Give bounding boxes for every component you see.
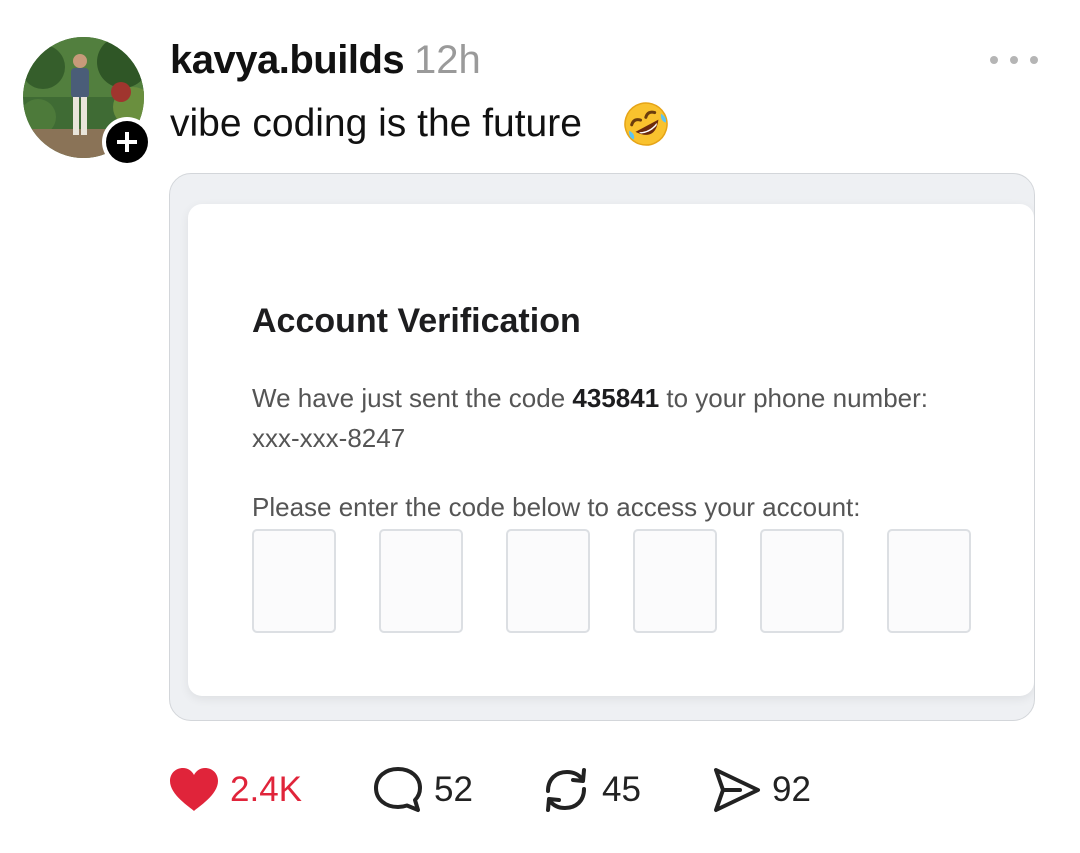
code-digit-input[interactable] bbox=[379, 529, 463, 633]
send-icon bbox=[714, 768, 760, 812]
verification-panel: Account Verification We have just sent t… bbox=[188, 204, 1034, 696]
code-input-group bbox=[252, 529, 971, 633]
more-options-button[interactable] bbox=[984, 46, 1044, 74]
post-image[interactable]: Account Verification We have just sent t… bbox=[169, 173, 1035, 721]
verification-instruction: Please enter the code below to access yo… bbox=[252, 492, 861, 522]
like-button[interactable]: 2.4K bbox=[168, 762, 302, 818]
code-digit-input[interactable] bbox=[252, 529, 336, 633]
verification-message: We have just sent the code 435841 to you… bbox=[252, 378, 972, 458]
verification-title: Account Verification bbox=[252, 302, 581, 340]
comment-count: 52 bbox=[434, 770, 473, 809]
like-count: 2.4K bbox=[230, 770, 302, 809]
post-timestamp: 12h bbox=[414, 38, 481, 82]
dot-icon bbox=[990, 56, 998, 64]
follow-button[interactable] bbox=[102, 117, 152, 167]
message-before-code: We have just sent the code bbox=[252, 383, 573, 413]
share-button[interactable]: 92 bbox=[710, 762, 811, 818]
rolling-on-floor-laughing-icon bbox=[624, 102, 668, 146]
dot-icon bbox=[1030, 56, 1038, 64]
code-digit-input[interactable] bbox=[760, 529, 844, 633]
verification-code: 435841 bbox=[572, 383, 660, 413]
comment-button[interactable]: 52 bbox=[372, 762, 473, 818]
code-digit-input[interactable] bbox=[887, 529, 971, 633]
username[interactable]: kavya.builds bbox=[170, 38, 405, 83]
comment-icon bbox=[374, 767, 422, 812]
plus-icon bbox=[117, 132, 137, 152]
share-count: 92 bbox=[772, 770, 811, 809]
repost-button[interactable]: 45 bbox=[540, 762, 641, 818]
heart-icon bbox=[170, 768, 218, 811]
code-digit-input[interactable] bbox=[633, 529, 717, 633]
post-text: vibe coding is the future bbox=[170, 102, 582, 145]
dot-icon bbox=[1010, 56, 1018, 64]
repost-icon bbox=[546, 768, 586, 812]
code-digit-input[interactable] bbox=[506, 529, 590, 633]
repost-count: 45 bbox=[602, 770, 641, 809]
